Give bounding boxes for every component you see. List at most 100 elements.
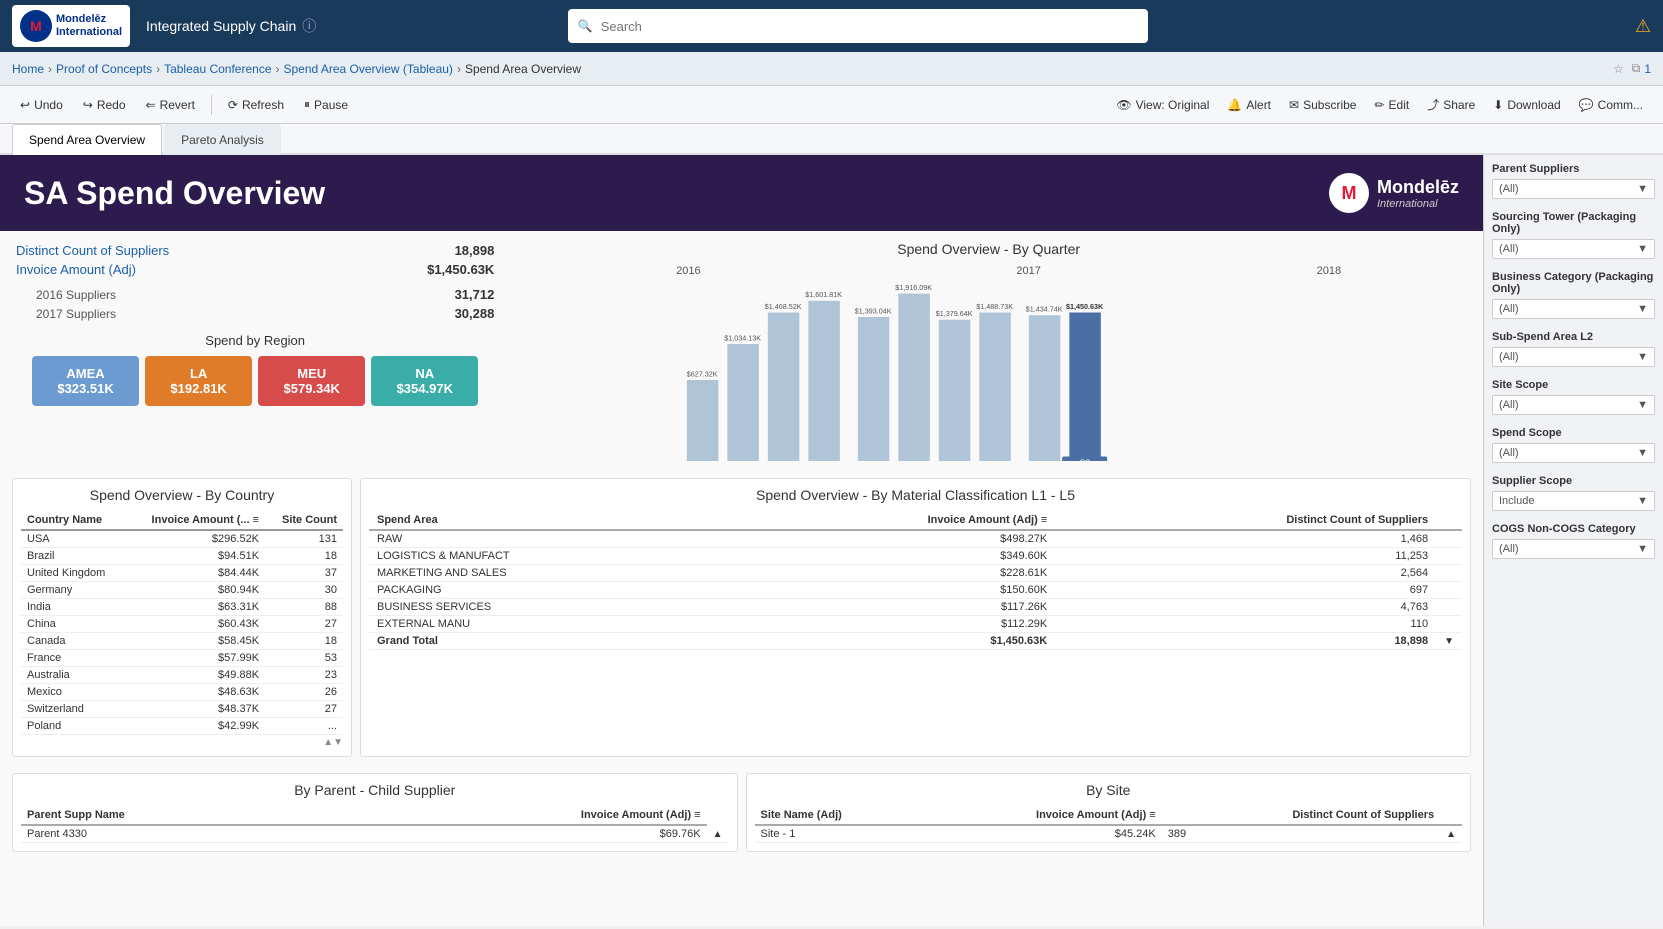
filter-value-cogs-non-cogs[interactable]: (All)▼ [1492, 539, 1655, 559]
pc-filter-icon[interactable]: ≡ [694, 809, 700, 821]
breadcrumb-spend-tableau[interactable]: Spend Area Overview (Tableau) [284, 62, 453, 76]
country-sites: 18 [265, 548, 343, 565]
matclass-area: MARKETING AND SALES [369, 565, 728, 582]
search-bar[interactable]: 🔍 [568, 9, 1148, 43]
filter-value-business-category[interactable]: (All)▼ [1492, 299, 1655, 319]
charts-area: Spend Overview - By Country Country Name… [0, 474, 1483, 769]
favorite-icon[interactable]: ☆ [1613, 62, 1624, 76]
bar-2018-q1[interactable] [1029, 315, 1061, 461]
bar-2016-q1[interactable] [687, 380, 719, 461]
quarter-chart-title: Spend Overview - By Quarter [510, 241, 1467, 257]
bar-2018-q2[interactable] [1070, 313, 1102, 462]
region-amea[interactable]: AMEA $323.51K [32, 356, 139, 406]
country-amount: $49.88K [126, 667, 265, 684]
filter-icon[interactable]: ≡ [253, 514, 259, 526]
country-name: United Kingdom [21, 565, 126, 582]
quarter-bar-chart: $627.32K $1,034.13K $1,468.52K $1,601.81… [518, 281, 1459, 461]
matclass-area: BUSINESS SERVICES [369, 599, 728, 616]
refresh-button[interactable]: ⟳ Refresh [220, 94, 292, 116]
revert-button[interactable]: ⇐ Revert [138, 94, 203, 116]
breadcrumb-current: Spend Area Overview [465, 62, 581, 76]
site-scroll[interactable]: ▲ [1446, 829, 1456, 840]
top-navigation: M Mondelēz International Integrated Supp… [0, 0, 1663, 52]
matclass-col-area: Spend Area [369, 511, 728, 530]
alert-button[interactable]: 🔔 Alert [1219, 94, 1279, 116]
by-site-panel: By Site Site Name (Adj) Invoice Amount (… [746, 773, 1472, 852]
breadcrumb-home[interactable]: Home [12, 62, 44, 76]
dashboard-header: SA Spend Overview M Mondelēz Internation… [0, 155, 1483, 231]
subscribe-button[interactable]: ✉ Subscribe [1281, 94, 1364, 116]
bar-2017-q2[interactable] [899, 294, 931, 461]
bar-2017-q4[interactable] [980, 313, 1012, 462]
filter-sub-spend-area: Sub-Spend Area L2(All)▼ [1492, 331, 1655, 367]
country-name: China [21, 616, 126, 633]
dashboard-logo: M Mondelēz International [1329, 173, 1459, 213]
country-name: Canada [21, 633, 126, 650]
suppliers-2017-label: 2017 Suppliers [36, 307, 116, 321]
table-row: Brazil$94.51K18 [21, 548, 343, 565]
breadcrumb: Home › Proof of Concepts › Tableau Confe… [0, 52, 1663, 86]
country-name: France [21, 650, 126, 667]
filter-label-cogs-non-cogs: COGS Non-COGS Category [1492, 523, 1655, 535]
bar-2017-q3[interactable] [939, 320, 971, 461]
edit-button[interactable]: ✏ Edit [1366, 94, 1417, 116]
app-logo[interactable]: M Mondelēz International [12, 5, 130, 47]
filter-value-spend-scope[interactable]: (All)▼ [1492, 443, 1655, 463]
svg-text:$1,034.13K: $1,034.13K [725, 333, 762, 342]
copy-icon[interactable]: ⧉ [1632, 61, 1641, 76]
undo-button[interactable]: ↩ Undo [12, 94, 71, 116]
info-icon[interactable]: ⓘ [302, 16, 316, 36]
year-2017-label: 2017 [949, 265, 1109, 277]
kpi-distinct-suppliers: Distinct Count of Suppliers 18,898 [16, 241, 494, 260]
region-la[interactable]: LA $192.81K [145, 356, 252, 406]
filter-value-supplier-scope[interactable]: Include▼ [1492, 491, 1655, 511]
svg-text:$1,379.64K: $1,379.64K [936, 309, 973, 318]
bar-2017-q1[interactable] [858, 317, 890, 461]
filter-value-sourcing-tower[interactable]: (All)▼ [1492, 239, 1655, 259]
matclass-area: LOGISTICS & MANUFACT [369, 548, 728, 565]
region-meu[interactable]: MEU $579.34K [258, 356, 365, 406]
year-2016-label: 2016 [608, 265, 768, 277]
pc-col-amount: Invoice Amount (Adj) ≡ [333, 806, 707, 825]
site-filter-icon[interactable]: ≡ [1149, 809, 1155, 821]
pencil-icon: ✏ [1374, 98, 1384, 112]
scroll-indicator[interactable]: ▲▼ [323, 737, 343, 748]
comment-button[interactable]: 💬 Comm... [1571, 94, 1651, 116]
distinct-suppliers-label: Distinct Count of Suppliers [16, 243, 169, 258]
download-button[interactable]: ⬇ Download [1485, 94, 1568, 116]
country-col-sites: Site Count [265, 511, 343, 530]
country-amount: $84.44K [126, 565, 265, 582]
bar-2016-q4[interactable] [809, 301, 841, 461]
matclass-amount: $1,450.63K [728, 633, 1056, 650]
filter-value-sub-spend-area[interactable]: (All)▼ [1492, 347, 1655, 367]
breadcrumb-conference[interactable]: Tableau Conference [164, 62, 271, 76]
matclass-scroll[interactable]: ▼ [1444, 636, 1454, 647]
pc-scroll[interactable]: ▲ [713, 829, 723, 840]
search-input[interactable] [601, 19, 1138, 34]
breadcrumb-proof[interactable]: Proof of Concepts [56, 62, 152, 76]
matclass-table: Spend Area Invoice Amount (Adj) ≡ Distin… [369, 511, 1462, 650]
share-button[interactable]: ⤴ Share [1419, 92, 1483, 117]
dropdown-icon: ▼ [1637, 399, 1648, 411]
region-na[interactable]: NA $354.97K [371, 356, 478, 406]
view-original-button[interactable]: 👁 View: Original [1108, 94, 1217, 116]
filter-value-site-scope[interactable]: (All)▼ [1492, 395, 1655, 415]
filter-value-parent-suppliers[interactable]: (All)▼ [1492, 179, 1655, 199]
parent-child-panel: By Parent - Child Supplier Parent Supp N… [12, 773, 738, 852]
search-icon: 🔍 [578, 19, 593, 33]
breadcrumb-sep-2: › [156, 62, 160, 76]
bar-2016-q3[interactable] [768, 313, 800, 462]
redo-button[interactable]: ↪ Redo [75, 94, 134, 116]
pause-button[interactable]: ⏸ Pause [296, 93, 356, 116]
country-name: Switzerland [21, 701, 126, 718]
table-row: USA$296.52K131 [21, 530, 343, 548]
svg-text:$1,450.63K: $1,450.63K [1066, 302, 1104, 311]
site-col-name: Site Name (Adj) [755, 806, 924, 825]
tab-spend-area[interactable]: Spend Area Overview [12, 124, 162, 155]
regions-bar: AMEA $323.51K LA $192.81K MEU $579.34K N… [32, 356, 478, 406]
main-area: SA Spend Overview M Mondelēz Internation… [0, 155, 1663, 926]
tab-pareto[interactable]: Pareto Analysis [164, 124, 281, 155]
country-sites: 27 [265, 701, 343, 718]
matclass-filter-icon[interactable]: ≡ [1041, 514, 1047, 526]
bar-2016-q2[interactable] [728, 344, 760, 461]
